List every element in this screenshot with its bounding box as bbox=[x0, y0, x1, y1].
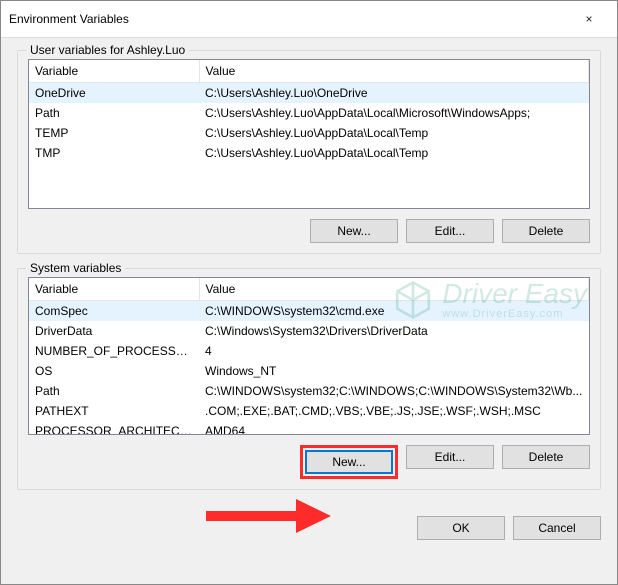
system-edit-button[interactable]: Edit... bbox=[406, 445, 494, 469]
user-col-variable[interactable]: Variable bbox=[29, 60, 199, 83]
table-row[interactable]: OS Windows_NT bbox=[29, 361, 589, 381]
table-row[interactable]: TEMP C:\Users\Ashley.Luo\AppData\Local\T… bbox=[29, 123, 589, 143]
dialog-body: User variables for Ashley.Luo Variable V… bbox=[1, 38, 617, 516]
user-col-value[interactable]: Value bbox=[199, 60, 589, 83]
system-group-title: System variables bbox=[26, 261, 125, 275]
system-buttons-row: New... Edit... Delete bbox=[28, 445, 590, 479]
close-icon: × bbox=[585, 12, 592, 26]
user-variables-table[interactable]: Variable Value OneDrive C:\Users\Ashley.… bbox=[28, 59, 590, 209]
user-group-title: User variables for Ashley.Luo bbox=[26, 43, 189, 57]
close-button[interactable]: × bbox=[569, 7, 609, 31]
table-row[interactable]: PATHEXT .COM;.EXE;.BAT;.CMD;.VBS;.VBE;.J… bbox=[29, 401, 589, 421]
table-row[interactable]: OneDrive C:\Users\Ashley.Luo\OneDrive bbox=[29, 83, 589, 104]
system-new-button[interactable]: New... bbox=[305, 450, 393, 474]
table-row[interactable]: NUMBER_OF_PROCESSORS 4 bbox=[29, 341, 589, 361]
window-title: Environment Variables bbox=[9, 12, 569, 26]
system-variables-group: System variables Variable Value ComSpec … bbox=[17, 268, 601, 490]
table-row[interactable]: Path C:\Users\Ashley.Luo\AppData\Local\M… bbox=[29, 103, 589, 123]
titlebar: Environment Variables × bbox=[1, 1, 617, 38]
table-row[interactable]: DriverData C:\Windows\System32\Drivers\D… bbox=[29, 321, 589, 341]
user-variables-group: User variables for Ashley.Luo Variable V… bbox=[17, 50, 601, 254]
table-row[interactable]: PROCESSOR_ARCHITECTURE AMD64 bbox=[29, 421, 589, 435]
dialog-buttons-row: OK Cancel bbox=[1, 516, 617, 554]
user-buttons-row: New... Edit... Delete bbox=[28, 219, 590, 243]
ok-button[interactable]: OK bbox=[417, 516, 505, 540]
table-row[interactable]: ComSpec C:\WINDOWS\system32\cmd.exe bbox=[29, 301, 589, 322]
table-row[interactable]: Path C:\WINDOWS\system32;C:\WINDOWS;C:\W… bbox=[29, 381, 589, 401]
system-delete-button[interactable]: Delete bbox=[502, 445, 590, 469]
system-variables-table[interactable]: Variable Value ComSpec C:\WINDOWS\system… bbox=[28, 277, 590, 435]
user-edit-button[interactable]: Edit... bbox=[406, 219, 494, 243]
table-row[interactable]: TMP C:\Users\Ashley.Luo\AppData\Local\Te… bbox=[29, 143, 589, 163]
user-delete-button[interactable]: Delete bbox=[502, 219, 590, 243]
system-col-variable[interactable]: Variable bbox=[29, 278, 199, 301]
system-col-value[interactable]: Value bbox=[199, 278, 589, 301]
user-new-button[interactable]: New... bbox=[310, 219, 398, 243]
annotation-highlight: New... bbox=[300, 445, 398, 479]
cancel-button[interactable]: Cancel bbox=[513, 516, 601, 540]
